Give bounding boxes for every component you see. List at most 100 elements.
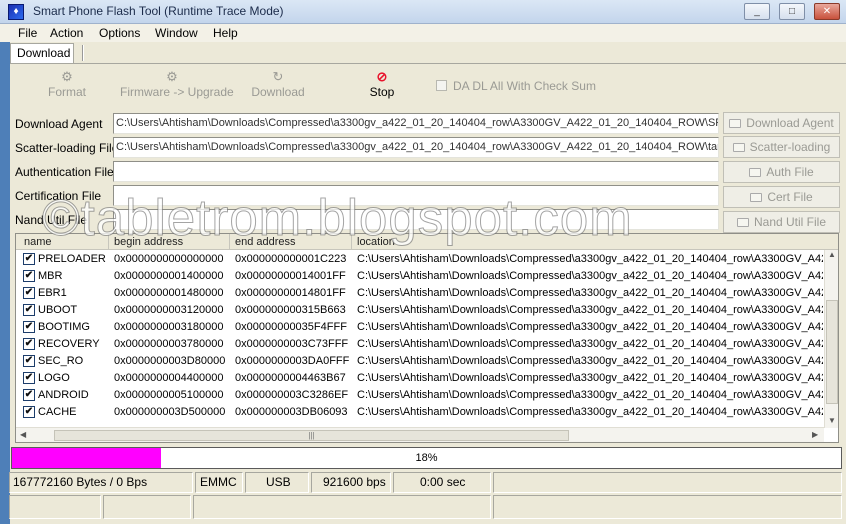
location: C:\Users\Ahtisham\Downloads\Compressed\a… [357,389,823,401]
maximize-button[interactable]: □ [779,3,805,20]
table-row[interactable]: ✔ ANDROID 0x0000000005100000 0x000000003C32… [16,386,824,403]
status-cell [103,495,191,519]
partition-table: name begin address end address location … [15,233,839,443]
begin-address: 0x0000000005100000 [114,389,224,401]
stop-label: Stop [369,85,395,99]
begin-address: 0x000000003D500000 [114,406,226,418]
row-checkbox[interactable]: ✔ [23,372,35,384]
partition-name: ANDROID [38,389,89,401]
row-checkbox[interactable]: ✔ [23,287,35,299]
end-address: 0x00000000014001FF [235,270,346,282]
upgrade-icon: ⚙ [166,69,178,84]
scatter-loading-field[interactable]: C:\Users\Ahtisham\Downloads\Compressed\a… [113,137,719,158]
begin-address: 0x0000000004400000 [114,372,224,384]
menu-help[interactable]: Help [213,26,238,40]
tab-divider [10,63,846,64]
column-begin-address[interactable]: begin address [114,236,183,248]
firmware-upgrade-button[interactable]: ⚙ Firmware -> Upgrade [120,69,234,100]
location: C:\Users\Ahtisham\Downloads\Compressed\a… [357,270,823,282]
window-left-edge [0,42,10,524]
table-row[interactable]: ✔ LOGO 0x0000000004400000 0x0000000004463B6… [16,369,824,386]
cert-file-button[interactable]: Cert File [723,186,840,208]
cert-file-button-label: Cert File [767,190,813,204]
menu-file[interactable]: File [18,26,37,40]
scroll-left-icon[interactable]: ◀ [20,430,26,439]
app-icon: ♦ [8,4,24,20]
end-address: 0x000000003DB06093 [235,406,348,418]
scatter-loading-label: Scatter-loading File [15,141,119,155]
location: C:\Users\Ahtisham\Downloads\Compressed\a… [357,321,823,333]
begin-address: 0x0000000003D80000 [114,355,226,367]
partition-name: CACHE [38,406,77,418]
column-location[interactable]: location [357,236,395,248]
menu-action[interactable]: Action [50,26,83,40]
end-address: 0x00000000035F4FFF [235,321,347,333]
column-end-address[interactable]: end address [235,236,296,248]
row-checkbox[interactable]: ✔ [23,406,35,418]
table-row[interactable]: ✔ CACHE 0x000000003D500000 0x000000003DB060… [16,403,824,420]
download-agent-button-label: Download Agent [746,116,834,130]
firmware-upgrade-label: Firmware -> Upgrade [120,85,234,99]
folder-icon [736,218,749,227]
nand-util-button[interactable]: Nand Util File [723,211,840,233]
status-port: USB [245,472,309,493]
close-button[interactable]: ✕ [814,3,840,20]
scatter-loading-button[interactable]: Scatter-loading [723,136,840,158]
location: C:\Users\Ahtisham\Downloads\Compressed\a… [357,253,823,265]
minimize-button[interactable]: _ [744,3,770,20]
menu-bar: File Action Options Window Help [0,24,846,42]
format-button[interactable]: ⚙ Format [48,70,87,100]
vertical-scroll-thumb[interactable] [826,300,838,404]
status-empty [493,472,842,493]
status-storage: EMMC [195,472,243,493]
end-address: 0x0000000003DA0FFF [235,355,350,367]
table-row[interactable]: ✔ RECOVERY 0x0000000003780000 0x0000000003C… [16,335,824,352]
status-cell [493,495,842,519]
vertical-scrollbar[interactable]: ▲ ▼ [824,250,838,428]
horizontal-scrollbar[interactable]: ◀ ||| ▶ [16,427,824,442]
menu-options[interactable]: Options [99,26,140,40]
column-name[interactable]: name [24,236,52,248]
begin-address: 0x0000000003180000 [114,321,224,333]
table-row[interactable]: ✔ MBR 0x0000000001400000 0x00000000014001FF… [16,267,824,284]
scatter-loading-button-label: Scatter-loading [749,140,831,154]
row-checkbox[interactable]: ✔ [23,389,35,401]
partition-name: BOOTIMG [38,321,90,333]
row-checkbox[interactable]: ✔ [23,253,35,265]
scroll-down-icon[interactable]: ▼ [828,416,836,425]
certification-field[interactable] [113,185,719,206]
status-bytes: 167772160 Bytes / 0 Bps [9,472,193,493]
folder-icon [749,168,762,177]
end-address: 0x000000003C3286EF [235,389,349,401]
row-checkbox[interactable]: ✔ [23,338,35,350]
row-checkbox[interactable]: ✔ [23,355,35,367]
checksum-checkbox[interactable]: DA DL All With Check Sum [436,79,596,93]
table-row[interactable]: ✔ BOOTIMG 0x0000000003180000 0x00000000035F… [16,318,824,335]
nand-util-field[interactable] [113,209,719,230]
menu-window[interactable]: Window [155,26,198,40]
row-checkbox[interactable]: ✔ [23,304,35,316]
table-row[interactable]: ✔ PRELOADER 0x0000000000000000 0x0000000000… [16,250,824,267]
column-separator [351,234,352,250]
row-checkbox[interactable]: ✔ [23,270,35,282]
auth-file-button-label: Auth File [766,165,814,179]
status-baud: 921600 bps [311,472,391,493]
begin-address: 0x0000000001480000 [114,287,224,299]
row-checkbox[interactable]: ✔ [23,321,35,333]
tab-download[interactable]: Download [10,43,74,63]
format-label: Format [48,85,87,99]
download-button[interactable]: ↻ Download [250,70,306,100]
auth-file-button[interactable]: Auth File [723,161,840,183]
scroll-right-icon[interactable]: ▶ [812,430,818,439]
stop-button[interactable]: ⊘ Stop [366,70,398,100]
location: C:\Users\Ahtisham\Downloads\Compressed\a… [357,406,823,418]
download-agent-field[interactable]: C:\Users\Ahtisham\Downloads\Compressed\a… [113,113,719,134]
table-row[interactable]: ✔ UBOOT 0x0000000003120000 0x000000000315B6… [16,301,824,318]
table-row[interactable]: ✔ SEC_RO 0x0000000003D80000 0x0000000003DA0… [16,352,824,369]
download-agent-button[interactable]: Download Agent [723,112,840,134]
scroll-up-icon[interactable]: ▲ [828,250,836,259]
table-row[interactable]: ✔ EBR1 0x0000000001480000 0x00000000014801F… [16,284,824,301]
horizontal-scroll-thumb[interactable]: ||| [54,430,569,441]
partition-name: SEC_RO [38,355,84,367]
authentication-field[interactable] [113,161,719,182]
